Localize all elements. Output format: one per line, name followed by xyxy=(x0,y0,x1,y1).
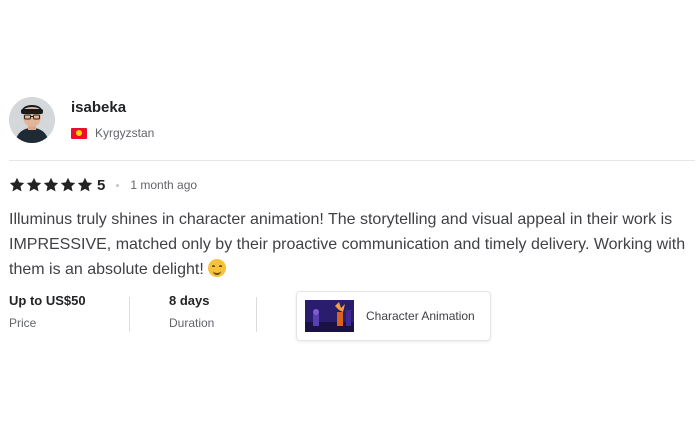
star-rating xyxy=(9,177,93,193)
country-name: Kyrgyzstan xyxy=(95,126,155,140)
star-icon xyxy=(9,177,25,192)
meta-divider xyxy=(256,297,257,332)
rating-row: 5 1 month ago xyxy=(9,176,197,194)
reviewer-avatar[interactable] xyxy=(9,97,55,143)
star-icon xyxy=(43,177,59,192)
gig-card[interactable]: Character Animation xyxy=(296,291,491,341)
price-label: Price xyxy=(9,316,37,330)
star-icon xyxy=(77,177,93,192)
review-body: Illuminus truly shines in character anim… xyxy=(9,207,689,282)
gig-thumbnail xyxy=(305,300,354,332)
header-divider xyxy=(9,160,695,161)
reviewer-country: Kyrgyzstan xyxy=(71,126,154,140)
star-struck-emoji-icon xyxy=(207,259,226,277)
avatar-image xyxy=(9,97,55,143)
rating-value: 5 xyxy=(97,176,106,194)
separator-dot xyxy=(116,183,120,187)
reviewer-username[interactable]: isabeka xyxy=(71,99,126,116)
price-value: Up to US$50 xyxy=(9,293,86,308)
price-block: Up to US$50 Price xyxy=(9,293,86,330)
meta-divider xyxy=(129,297,130,332)
star-icon xyxy=(60,177,76,192)
gig-title: Character Animation xyxy=(366,309,475,323)
duration-block: 8 days Duration xyxy=(169,293,214,330)
review-time: 1 month ago xyxy=(130,178,198,192)
duration-value: 8 days xyxy=(169,293,210,308)
review-text: Illuminus truly shines in character anim… xyxy=(9,211,686,278)
kyrgyzstan-flag-icon xyxy=(71,127,87,139)
star-icon xyxy=(26,177,42,192)
duration-label: Duration xyxy=(169,316,215,330)
